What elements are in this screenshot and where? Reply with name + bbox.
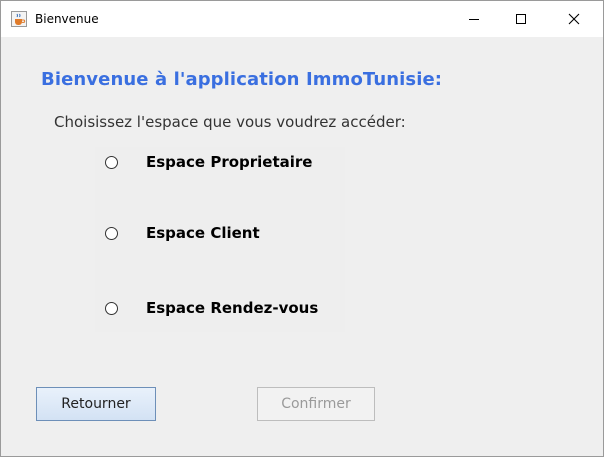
maximize-button[interactable] <box>498 1 544 37</box>
radio-label[interactable]: Espace Rendez-vous <box>146 299 318 317</box>
space-options-group: Espace Proprietaire Espace Client Espace… <box>95 147 345 332</box>
maximize-icon <box>515 10 527 29</box>
radio-button-icon[interactable] <box>105 155 118 169</box>
radio-label[interactable]: Espace Proprietaire <box>146 153 312 171</box>
window-title: Bienvenue <box>35 12 99 26</box>
confirm-button[interactable]: Confirmer <box>257 387 375 421</box>
page-title: Bienvenue à l'application ImmoTunisie: <box>41 69 443 90</box>
minimize-icon <box>468 10 480 29</box>
radio-espace-proprietaire[interactable]: Espace Proprietaire <box>95 148 345 176</box>
minimize-button[interactable] <box>451 1 497 37</box>
return-button[interactable]: Retourner <box>36 387 156 421</box>
radio-espace-client[interactable]: Espace Client <box>95 219 345 247</box>
close-icon <box>568 10 580 29</box>
content-panel: Bienvenue à l'application ImmoTunisie: C… <box>1 37 603 456</box>
java-cup-icon <box>11 11 27 27</box>
instruction-label: Choisissez l'espace que vous voudrez acc… <box>54 113 406 131</box>
close-button[interactable] <box>551 1 597 37</box>
radio-espace-rendez-vous[interactable]: Espace Rendez-vous <box>95 294 345 322</box>
radio-button-icon[interactable] <box>105 226 118 240</box>
application-window: Bienvenue Bienvenue à l'application Immo… <box>0 0 604 457</box>
radio-button-icon[interactable] <box>105 301 118 315</box>
title-bar[interactable]: Bienvenue <box>1 1 603 37</box>
radio-label[interactable]: Espace Client <box>146 224 260 242</box>
